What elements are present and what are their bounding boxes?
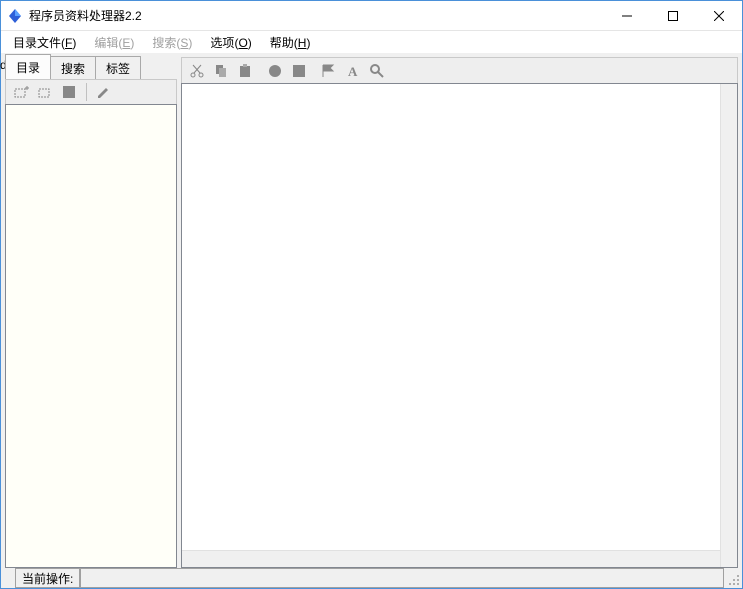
- tab-search[interactable]: 搜索: [50, 56, 96, 79]
- app-title: 程序员资料处理器2.2: [29, 7, 142, 24]
- menu-search[interactable]: 搜索(S): [144, 32, 200, 53]
- resize-grip[interactable]: [724, 568, 742, 588]
- new-folder-plus-icon[interactable]: [12, 83, 30, 101]
- left-tabs: 目录 搜索 标签: [5, 57, 177, 79]
- editor-toolbar: A: [181, 57, 738, 83]
- maximize-button[interactable]: [650, 1, 696, 31]
- new-folder-icon[interactable]: [36, 83, 54, 101]
- left-toolbar: [5, 79, 177, 105]
- flag-icon[interactable]: [320, 62, 338, 80]
- right-panel: A: [181, 57, 738, 568]
- copy-icon[interactable]: [212, 62, 230, 80]
- window-controls: [604, 1, 742, 31]
- square-icon[interactable]: [290, 62, 308, 80]
- paste-icon[interactable]: [236, 62, 254, 80]
- separator: [86, 83, 87, 101]
- app-icon: [7, 8, 23, 24]
- titlebar: 程序员资料处理器2.2: [1, 1, 742, 31]
- main-area: 目录 搜索 标签: [1, 53, 742, 568]
- zoom-icon[interactable]: [368, 62, 386, 80]
- menu-file[interactable]: 目录文件(F): [5, 32, 84, 53]
- status-label: 当前操作:: [22, 570, 73, 587]
- status-label-cell: 当前操作:: [15, 568, 80, 588]
- minimize-button[interactable]: [604, 1, 650, 31]
- stop-icon[interactable]: [60, 83, 78, 101]
- tab-directory[interactable]: 目录: [5, 54, 51, 79]
- circle-icon[interactable]: [266, 62, 284, 80]
- tab-tags[interactable]: 标签: [95, 56, 141, 79]
- menu-edit[interactable]: 编辑(E): [86, 32, 142, 53]
- text-a-icon[interactable]: A: [344, 62, 362, 80]
- statusbar: 当前操作:: [1, 568, 742, 588]
- directory-tree[interactable]: [5, 104, 177, 568]
- status-value-cell: [80, 568, 724, 588]
- left-panel: 目录 搜索 标签: [5, 57, 177, 568]
- svg-text:A: A: [348, 64, 358, 79]
- menu-help[interactable]: 帮助(H): [262, 32, 319, 53]
- close-button[interactable]: [696, 1, 742, 31]
- editor-content[interactable]: [181, 83, 738, 568]
- menubar: d 目录文件(F) 编辑(E) 搜索(S) 选项(O) 帮助(H): [1, 31, 742, 53]
- cut-icon[interactable]: [188, 62, 206, 80]
- edit-icon[interactable]: [95, 83, 113, 101]
- menu-options[interactable]: 选项(O): [202, 32, 259, 53]
